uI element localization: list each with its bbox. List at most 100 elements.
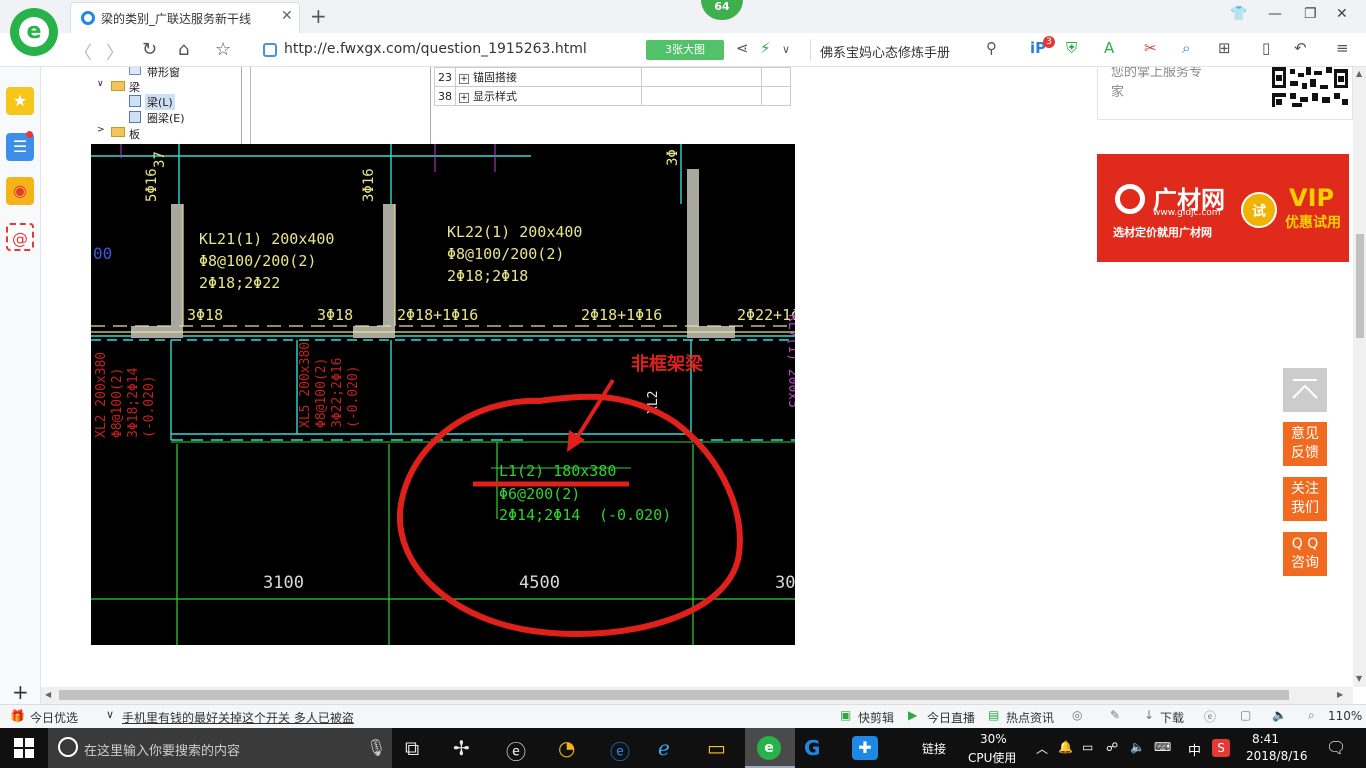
browser-logo-icon[interactable]: e xyxy=(10,8,58,56)
clock-time[interactable]: 8:41 xyxy=(1252,732,1279,746)
gldjc-ad-banner[interactable]: 广材网 www.gldjc.com 选材定价就用广材网 试 VIP 优惠试用 xyxy=(1097,154,1349,262)
tab-active[interactable]: 梁的类别_广联达服务新干线 ✕ xyxy=(70,2,300,33)
apps-grid-icon[interactable]: ⊞ xyxy=(1218,39,1231,57)
xl5-line: 3Φ22;2Φ16 xyxy=(330,358,345,428)
favorites-star-icon[interactable]: ★ xyxy=(6,87,34,115)
back-icon[interactable]: 〈 xyxy=(74,39,92,65)
internet-explorer-icon[interactable]: ℯ xyxy=(658,736,670,760)
volume-tray-icon[interactable]: 🔈 xyxy=(1130,740,1145,754)
ie-app-icon[interactable]: ⓔ xyxy=(506,736,526,765)
qq-consult-button[interactable]: Q Q 咨询 xyxy=(1283,532,1327,576)
tree-item[interactable]: 板 xyxy=(129,126,140,142)
tree-expand-icon[interactable]: ∨ xyxy=(97,79,104,89)
translate-icon[interactable]: A xyxy=(1104,39,1114,57)
cpu-label: CPU使用 xyxy=(968,751,1017,765)
share-icon[interactable]: ⋖ xyxy=(736,39,749,57)
gldjc-logo-icon xyxy=(1115,184,1145,214)
horizontal-scrollbar[interactable]: ◀ ▶ xyxy=(41,687,1353,704)
favorite-star-icon[interactable]: ☆ xyxy=(215,39,231,60)
status-item[interactable]: 热点资讯 xyxy=(1006,709,1054,726)
today-picks-link[interactable]: 今日优选 xyxy=(30,709,78,726)
horizontal-scroll-thumb[interactable] xyxy=(59,690,1289,700)
home-icon[interactable]: ⌂ xyxy=(178,39,189,60)
weibo-icon[interactable]: ◉ xyxy=(6,177,34,205)
skin-icon[interactable]: 👕 xyxy=(1230,6,1247,22)
chrome-like-icon[interactable]: ◔ xyxy=(558,736,575,760)
chevron-down-icon[interactable]: ∨ xyxy=(106,708,114,721)
search-suggestion[interactable]: 佛系宝妈心态修炼手册 xyxy=(820,42,950,61)
vertical-scrollbar[interactable]: ▲ ▼ xyxy=(1353,67,1366,687)
sogou-icon[interactable]: S xyxy=(1212,739,1230,757)
tree-item[interactable]: 带形窗 xyxy=(147,67,180,80)
browser-mini-icon[interactable]: ⓔ xyxy=(1204,708,1216,725)
forward-icon[interactable]: 〉 xyxy=(106,39,124,65)
expand-toggle-icon[interactable]: + xyxy=(459,93,469,103)
file-explorer-icon[interactable]: ▭ xyxy=(707,736,726,760)
network-icon[interactable]: ☍ xyxy=(1106,740,1118,754)
window-icon[interactable]: ▢ xyxy=(1240,708,1251,722)
clock-date[interactable]: 2018/8/16 xyxy=(1246,749,1308,763)
tree-item[interactable]: 梁 xyxy=(129,79,140,95)
taskbar-link-label[interactable]: 链接 xyxy=(922,740,946,757)
tab-close-icon[interactable]: ✕ xyxy=(281,8,293,24)
search-icon[interactable]: ⚲ xyxy=(986,39,997,57)
tree-item-selected[interactable]: 梁(L) xyxy=(145,94,175,110)
promo-line: 家 xyxy=(1111,85,1125,100)
taskbar-active-browser[interactable]: e xyxy=(745,728,795,768)
undo-icon[interactable]: ↶ xyxy=(1294,39,1307,57)
page-info-icon[interactable] xyxy=(263,43,277,57)
address-bar[interactable]: http://e.fwxgx.com/question_1915263.html xyxy=(284,41,587,57)
microphone-icon[interactable]: 🎙 xyxy=(366,738,386,757)
download-link[interactable]: 下载 xyxy=(1160,709,1184,726)
close-window-button[interactable]: ✕ xyxy=(1336,6,1348,22)
edge-icon[interactable]: ⓔ xyxy=(610,736,630,765)
menu-icon[interactable]: ≡ xyxy=(1336,39,1349,57)
scissors-icon[interactable]: ✂ xyxy=(1144,39,1157,57)
status-item[interactable]: 快剪辑 xyxy=(858,709,894,726)
follow-us-button[interactable]: 关注 我们 xyxy=(1283,477,1327,521)
battery-icon[interactable]: ▭ xyxy=(1082,740,1093,754)
maximize-button[interactable]: ❐ xyxy=(1304,6,1317,22)
back-to-top-button[interactable] xyxy=(1283,368,1327,412)
vertical-scroll-thumb[interactable] xyxy=(1356,234,1364,338)
volume-icon[interactable]: 🔈 xyxy=(1272,708,1287,722)
plus-app-icon[interactable]: ✚ xyxy=(852,736,878,760)
news-ticker-link[interactable]: 手机里有钱的最好关掉这个开关 多人已被盗 xyxy=(122,709,354,726)
sidebar-add-button[interactable]: + xyxy=(12,680,29,704)
tree-item[interactable]: 圈梁(E) xyxy=(147,110,185,126)
fan-app-icon[interactable]: ✢ xyxy=(453,736,470,760)
status-item[interactable]: 今日直播 xyxy=(927,709,975,726)
big-pictures-button[interactable]: 3张大图 xyxy=(646,40,724,60)
glodon-app-icon[interactable]: G xyxy=(804,736,820,760)
speed-icon[interactable]: ⚡ xyxy=(760,39,771,57)
taskbar-search-box[interactable]: 在这里输入你要搜索的内容 🎙 xyxy=(48,728,392,768)
feedback-button[interactable]: 意见 反馈 xyxy=(1283,422,1327,466)
zoom-icon[interactable]: ⌕ xyxy=(1308,708,1315,723)
banner-try-badge: 试 xyxy=(1241,192,1277,228)
minimize-button[interactable]: — xyxy=(1268,6,1282,22)
rebar-label: 3Φ18 xyxy=(187,306,223,324)
email-icon[interactable]: @ xyxy=(6,223,34,251)
action-center-icon[interactable]: 🗨 xyxy=(1326,738,1346,757)
ime-indicator[interactable]: 中 xyxy=(1188,740,1201,759)
xl-labels: XL2 200x380 Φ8@100(2) 3Φ18;2Φ14 (-0.020)… xyxy=(94,342,361,438)
xl5-line: XL5 200x380 xyxy=(298,342,313,428)
tools-icon[interactable]: ✎ xyxy=(1110,708,1120,722)
tray-expand-icon[interactable]: ︿ xyxy=(1036,740,1048,757)
chevron-down-icon[interactable]: ∨ xyxy=(782,43,790,56)
magnifier-icon[interactable]: ⌕ xyxy=(1182,39,1190,57)
new-tab-button[interactable]: + xyxy=(310,4,327,28)
windows-start-icon[interactable] xyxy=(14,738,34,762)
shield-icon[interactable]: ⛨ xyxy=(1066,39,1077,57)
zoom-level[interactable]: 110% xyxy=(1328,709,1362,723)
keyboard-icon[interactable]: ⌨ xyxy=(1154,740,1171,754)
tree-collapse-icon[interactable]: > xyxy=(97,125,105,135)
task-view-icon[interactable]: ⧉ xyxy=(405,736,419,760)
reload-icon[interactable]: ↻ xyxy=(142,39,157,60)
folder-icon xyxy=(111,81,125,91)
phone-icon[interactable]: ▯ xyxy=(1262,39,1270,57)
bell-icon[interactable]: 🔔 xyxy=(1058,740,1073,754)
speed-dial-icon[interactable]: ◎ xyxy=(1072,708,1082,722)
expand-toggle-icon[interactable]: + xyxy=(459,74,469,84)
notification-dot xyxy=(26,131,33,138)
